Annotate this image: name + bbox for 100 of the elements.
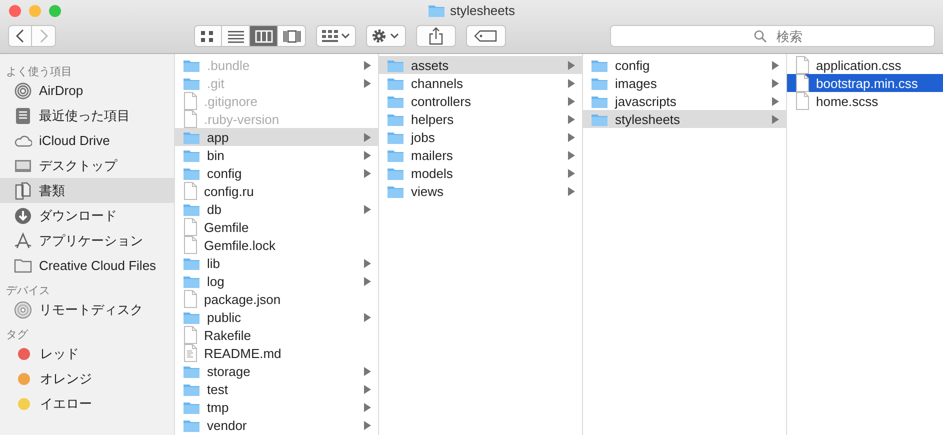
file-row[interactable]: public (175, 308, 378, 326)
file-row[interactable]: controllers (379, 92, 582, 110)
documents-icon (14, 182, 32, 200)
file-row[interactable]: package.json (175, 290, 378, 308)
arrange-button[interactable] (316, 25, 356, 47)
file-row[interactable]: config.ru (175, 182, 378, 200)
file-row[interactable]: channels (379, 74, 582, 92)
sidebar-item[interactable]: iCloud Drive (0, 128, 174, 153)
folder-icon (591, 76, 608, 90)
file-row[interactable]: models (379, 164, 582, 182)
file-row[interactable]: stylesheets (583, 110, 786, 128)
section-heading: よく使う項目 (5, 65, 73, 78)
file-row[interactable]: home.scss (787, 92, 943, 110)
file-row[interactable]: config (583, 56, 786, 74)
file-row[interactable]: images (583, 74, 786, 92)
folder-icon (183, 400, 200, 414)
settings-button[interactable] (366, 25, 406, 47)
file-row[interactable]: db (175, 200, 378, 218)
sidebar-item[interactable]: デスクトップ (0, 153, 174, 178)
file-row[interactable]: log (175, 272, 378, 290)
list-view-button[interactable] (222, 25, 250, 47)
file-row[interactable]: helpers (379, 110, 582, 128)
file-icon (795, 92, 809, 110)
list-view-icon (226, 28, 244, 44)
chevron-icon (364, 204, 371, 214)
file-row[interactable]: javascripts (583, 92, 786, 110)
chevron-right-icon (38, 28, 50, 44)
file-row[interactable]: vendor (175, 416, 378, 434)
apps-icon (14, 232, 32, 250)
file-row[interactable]: lib (175, 254, 378, 272)
file-row[interactable]: bootstrap.min.css (787, 74, 943, 92)
text-file-icon (183, 344, 197, 362)
share-button[interactable] (416, 25, 456, 47)
sidebar-item[interactable]: 最近使った項目 (0, 103, 174, 128)
gallery-view-icon (282, 28, 300, 44)
airdrop-icon (14, 82, 32, 100)
file-row[interactable]: Gemfile (175, 218, 378, 236)
file-icon (183, 110, 197, 128)
file-icon (183, 290, 197, 308)
file-row[interactable]: mailers (379, 146, 582, 164)
file-row[interactable]: jobs (379, 128, 582, 146)
tag-button[interactable] (466, 25, 506, 47)
folder-icon (183, 418, 200, 432)
folder-icon (387, 130, 404, 144)
sidebar-item[interactable]: ダウンロード (0, 203, 174, 228)
sidebar-item[interactable]: Creative Cloud Files (0, 253, 174, 278)
sidebar-item[interactable]: イエロー (0, 391, 174, 416)
file-row[interactable]: views (379, 182, 582, 200)
file-icon (795, 56, 809, 74)
folder-icon (387, 76, 404, 90)
section-heading: タグ (5, 328, 30, 341)
file-row[interactable]: bin (175, 146, 378, 164)
folder-icon (387, 184, 404, 198)
file-icon (183, 218, 197, 236)
columns-view-icon (254, 28, 272, 44)
icons-view-button[interactable] (194, 25, 222, 47)
sidebar-item[interactable]: リモートディスク (0, 297, 174, 322)
file-row[interactable]: tmp (175, 398, 378, 416)
sidebar-item[interactable]: 書類 (0, 178, 174, 203)
file-row[interactable]: test (175, 380, 378, 398)
file-row[interactable]: application.css (787, 56, 943, 74)
folder-icon (183, 148, 200, 162)
sidebar-item[interactable]: レッド (0, 341, 174, 366)
tag-icon (474, 30, 498, 42)
file-row[interactable]: Gemfile.lock (175, 236, 378, 254)
file-row[interactable]: storage (175, 362, 378, 380)
file-row[interactable]: config (175, 164, 378, 182)
grid-dropdown-icon (321, 29, 351, 43)
folder-icon (183, 202, 200, 216)
columns-view-button[interactable] (250, 25, 278, 47)
folder-icon (183, 256, 200, 270)
file-icon (183, 326, 197, 344)
folder-icon (183, 274, 200, 288)
back-button[interactable] (8, 25, 32, 47)
gear-dropdown-icon (371, 28, 401, 44)
sidebar-item[interactable]: オレンジ (0, 366, 174, 391)
sidebar-item[interactable]: アプリケーション (0, 228, 174, 253)
file-row[interactable]: Rakefile (175, 326, 378, 344)
gallery-view-button[interactable] (278, 25, 306, 47)
folder-icon (387, 166, 404, 180)
chevron-icon (364, 312, 371, 322)
file-icon (795, 74, 809, 92)
folder-icon (183, 382, 200, 396)
download-icon (14, 206, 32, 224)
file-icon (183, 92, 197, 110)
folder-icon (387, 58, 404, 72)
search-field[interactable]: 検索 (610, 25, 935, 47)
sidebar-item[interactable]: AirDrop (0, 78, 174, 103)
folder-icon (387, 94, 404, 108)
file-row[interactable]: README.md (175, 344, 378, 362)
file-row[interactable]: app (175, 128, 378, 146)
folder-icon (183, 76, 200, 90)
folder-icon (387, 148, 404, 162)
section-heading: デバイス (5, 284, 51, 297)
folder-icon (183, 58, 200, 72)
folder-icon (591, 58, 608, 72)
folder-icon (183, 364, 200, 378)
chevron-left-icon (14, 28, 26, 44)
file-row[interactable]: assets (379, 56, 582, 74)
folder-icon (591, 94, 608, 108)
